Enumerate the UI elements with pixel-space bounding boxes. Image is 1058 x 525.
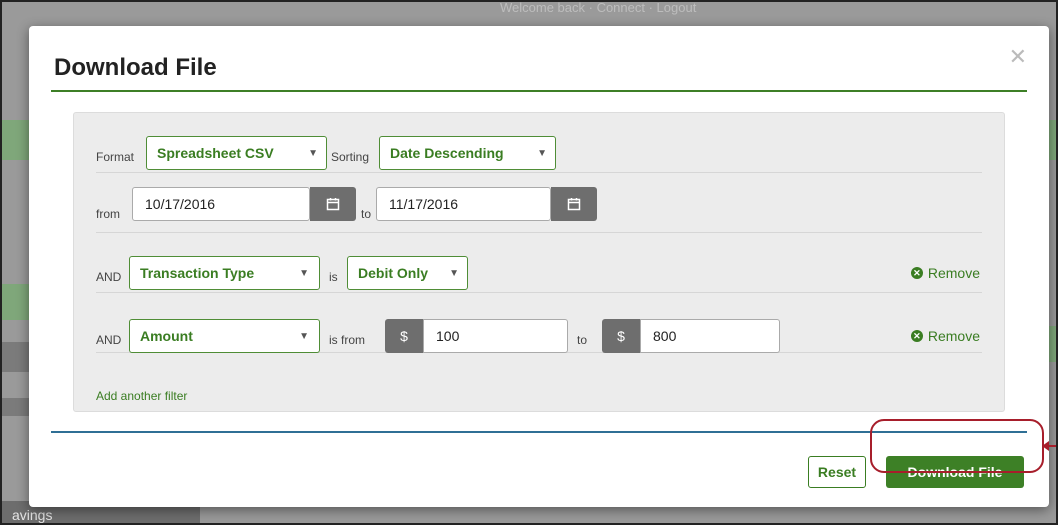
download-file-button[interactable]: Download File [886, 456, 1024, 488]
background-green-bar [0, 120, 29, 160]
format-select-value: Spreadsheet CSV [157, 145, 274, 161]
filter-field-value: Amount [140, 328, 193, 344]
chevron-down-icon: ▼ [299, 268, 309, 279]
filter-row-amount: AND Amount ▼ is from $ 100 to $ 800 ✕ Re… [96, 293, 982, 353]
sorting-label: Sorting [331, 150, 370, 164]
remove-label: Remove [927, 328, 980, 344]
to-date-input[interactable]: 11/17/2016 [376, 187, 551, 221]
from-label: from [96, 207, 120, 221]
modal-header: Download File ✕ [51, 26, 1027, 92]
dollar-sign-icon: $ [385, 319, 423, 353]
operator-label: is from [329, 333, 365, 347]
amount-from-input[interactable]: 100 [423, 319, 568, 353]
operator-label: is [329, 270, 338, 284]
filter-field-value: Transaction Type [140, 265, 255, 281]
filter-field-select[interactable]: Transaction Type ▼ [129, 256, 320, 290]
filter-panel: Format Spreadsheet CSV ▼ Sorting Date De… [73, 112, 1005, 412]
chevron-down-icon: ▼ [308, 148, 318, 159]
download-file-modal: Download File ✕ Format Spreadsheet CSV ▼… [29, 26, 1049, 507]
reset-button[interactable]: Reset [808, 456, 866, 488]
format-label: Format [96, 150, 135, 164]
filter-row-transaction-type: AND Transaction Type ▼ is Debit Only ▼ ✕… [96, 233, 982, 293]
background-strip [0, 342, 29, 372]
chevron-down-icon: ▼ [449, 268, 459, 279]
from-date-input[interactable]: 10/17/2016 [132, 187, 310, 221]
close-icon[interactable]: ✕ [1009, 44, 1027, 70]
remove-circle-icon: ✕ [910, 330, 923, 342]
remove-filter-link[interactable]: ✕ Remove [910, 265, 980, 281]
to-date-calendar-button[interactable] [551, 187, 597, 221]
format-row: Format Spreadsheet CSV ▼ Sorting Date De… [96, 113, 982, 173]
add-filter-link[interactable]: Add another filter [96, 389, 187, 403]
background-strip [0, 398, 29, 416]
remove-filter-link[interactable]: ✕ Remove [910, 328, 980, 344]
sorting-select-value: Date Descending [390, 145, 504, 161]
chevron-down-icon: ▼ [537, 148, 547, 159]
to-label: to [361, 207, 372, 221]
footer-divider [51, 431, 1027, 433]
date-range-row: from 10/17/2016 to 11/17/2016 [96, 173, 982, 233]
to-label: to [577, 333, 588, 347]
background-header-text: Welcome back · Connect · Logout [500, 0, 697, 15]
filter-value: Debit Only [358, 265, 429, 281]
background-green-block [0, 284, 29, 320]
calendar-icon [567, 198, 581, 211]
from-date-calendar-button[interactable] [310, 187, 356, 221]
and-label: AND [96, 333, 122, 347]
background-green-bar-right [1049, 120, 1058, 160]
filter-value-select[interactable]: Debit Only ▼ [347, 256, 468, 290]
chevron-down-icon: ▼ [299, 331, 309, 342]
filter-field-select[interactable]: Amount ▼ [129, 319, 320, 353]
dollar-sign-icon: $ [602, 319, 640, 353]
and-label: AND [96, 270, 122, 284]
modal-title: Download File [54, 54, 217, 81]
remove-label: Remove [927, 265, 980, 281]
background-green-block-right [1049, 326, 1058, 362]
sorting-select[interactable]: Date Descending ▼ [379, 136, 556, 170]
format-select[interactable]: Spreadsheet CSV ▼ [146, 136, 327, 170]
calendar-icon [326, 198, 340, 211]
remove-circle-icon: ✕ [910, 267, 923, 279]
amount-to-input[interactable]: 800 [640, 319, 780, 353]
annotation-arrow-icon [1042, 441, 1058, 451]
